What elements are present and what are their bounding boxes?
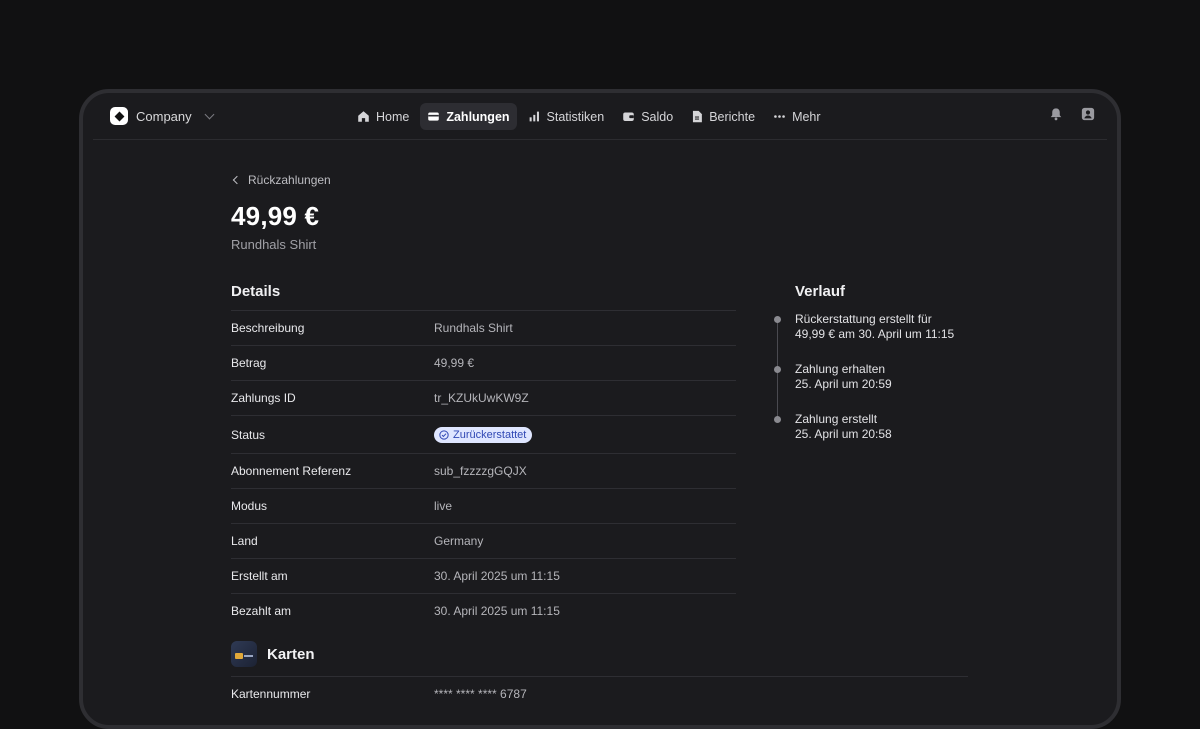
cards-heading: Karten [267, 645, 315, 663]
chart-icon [529, 111, 539, 122]
table-row: Zahlungs ID tr_KZUkUwKW9Z [231, 380, 736, 415]
row-value: 30. April 2025 um 11:15 [434, 604, 560, 618]
wallet-icon [623, 112, 634, 121]
bell-icon[interactable] [1049, 107, 1063, 121]
nav-item-saldo[interactable]: Saldo [615, 103, 680, 130]
table-row: Betrag 49,99 € [231, 345, 736, 380]
row-value[interactable]: sub_fzzzzgGQJX [434, 464, 527, 478]
nav-item-label: Home [376, 109, 410, 124]
timeline: Rückerstattung erstellt für 49,99 € am 3… [774, 312, 995, 442]
top-navigation-bar: Company Home Zahlungen Statistiken Saldo [93, 93, 1107, 140]
table-row: Abonnement Referenz sub_fzzzzgGQJX [231, 453, 736, 488]
back-link-label: Rückzahlungen [248, 173, 331, 187]
topbar-actions [1049, 107, 1095, 121]
payments-icon [428, 112, 440, 121]
row-label: Kartennummer [231, 687, 311, 701]
company-logo-icon [110, 107, 128, 125]
row-value: **** **** **** 6787 [434, 687, 527, 701]
row-value: 49,99 € [434, 356, 475, 370]
row-label: Erstellt am [231, 569, 288, 583]
divider [231, 676, 968, 677]
cards-section-header: Karten [231, 641, 315, 667]
row-label: Bezahlt am [231, 604, 292, 618]
timeline-item-title: Rückerstattung erstellt für [795, 312, 932, 326]
row-label: Betrag [231, 356, 267, 370]
page-subtitle: Rundhals Shirt [231, 237, 317, 252]
nav-item-label: Berichte [709, 109, 756, 124]
table-row: Bezahlt am 30. April 2025 um 11:15 [231, 593, 736, 628]
nav-item-label: Mehr [792, 109, 821, 124]
nav-item-zahlungen[interactable]: Zahlungen [420, 103, 517, 130]
main-nav: Home Zahlungen Statistiken Saldo Bericht… [350, 103, 828, 130]
status-badge: Zurückerstattet [434, 426, 533, 443]
company-name: Company [136, 108, 192, 124]
nav-item-berichte[interactable]: Berichte [684, 103, 762, 130]
table-row: Kartennummer **** **** **** 6787 [231, 687, 527, 701]
timeline-item: Zahlung erstellt 25. April um 20:58 [774, 412, 995, 442]
row-value: 30. April 2025 um 11:15 [434, 569, 560, 583]
nav-item-statistiken[interactable]: Statistiken [521, 103, 612, 130]
details-heading: Details [231, 283, 281, 300]
row-value: live [434, 499, 453, 513]
user-icon[interactable] [1081, 107, 1095, 121]
details-table: Beschreibung Rundhals Shirt Betrag 49,99… [231, 310, 736, 628]
history-panel: Verlauf Rückerstattung erstellt für 49,9… [774, 283, 995, 462]
timeline-item-detail: 49,99 € am 30. April um 11:15 [795, 327, 955, 341]
row-value: Rundhals Shirt [434, 321, 513, 335]
check-circle-icon [439, 429, 449, 440]
timeline-dot-icon [774, 416, 781, 423]
nav-item-label: Statistiken [546, 109, 605, 124]
status-badge-label: Zurückerstattet [453, 428, 527, 441]
app-window: Company Home Zahlungen Statistiken Saldo [79, 89, 1121, 729]
row-label: Zahlungs ID [231, 391, 296, 405]
nav-item-label: Zahlungen [446, 109, 510, 124]
table-row: Status Zurückerstattet [231, 415, 736, 453]
table-row: Beschreibung Rundhals Shirt [231, 310, 736, 345]
nav-item-home[interactable]: Home [350, 103, 416, 130]
timeline-item: Zahlung erhalten 25. April um 20:59 [774, 362, 995, 392]
credit-card-icon [231, 641, 257, 667]
chevron-left-icon [232, 175, 242, 185]
row-label: Beschreibung [231, 321, 305, 335]
row-label: Status [231, 427, 266, 442]
back-link[interactable]: Rückzahlungen [231, 173, 971, 187]
timeline-item-detail: 25. April um 20:58 [795, 427, 892, 441]
chevron-down-icon [204, 109, 215, 119]
table-row: Land Germany [231, 523, 736, 558]
more-icon [774, 115, 785, 118]
history-heading: Verlauf [795, 283, 846, 300]
row-label: Land [231, 534, 258, 548]
row-value[interactable]: tr_KZUkUwKW9Z [434, 391, 529, 405]
timeline-item: Rückerstattung erstellt für 49,99 € am 3… [774, 312, 995, 342]
document-icon [693, 110, 703, 123]
main-content: Rückzahlungen 49,99 € Rundhals Shirt Det… [231, 173, 971, 701]
timeline-item-detail: 25. April um 20:59 [795, 377, 892, 391]
nav-item-label: Saldo [641, 109, 674, 124]
timeline-dot-icon [774, 316, 781, 323]
company-switcher[interactable]: Company [110, 107, 215, 125]
table-row: Modus live [231, 488, 736, 523]
timeline-dot-icon [774, 366, 781, 373]
row-label: Modus [231, 499, 268, 513]
timeline-item-title: Zahlung erhalten [795, 362, 886, 376]
nav-item-mehr[interactable]: Mehr [766, 103, 827, 130]
table-row: Erstellt am 30. April 2025 um 11:15 [231, 558, 736, 593]
timeline-item-title: Zahlung erstellt [795, 412, 878, 426]
home-icon [358, 111, 369, 122]
page-title-amount: 49,99 € [231, 201, 320, 231]
row-label: Abonnement Referenz [231, 464, 352, 478]
row-value: Germany [434, 534, 484, 548]
